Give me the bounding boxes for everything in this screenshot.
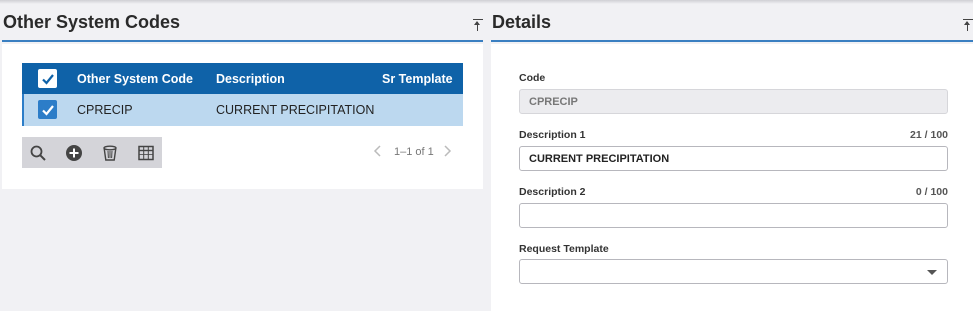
column-header-code[interactable]: Other System Code	[77, 63, 193, 94]
add-icon[interactable]	[63, 142, 85, 164]
description1-char-count: 21 / 100	[910, 129, 948, 141]
header-underline	[2, 40, 483, 42]
description2-label: Description 2	[519, 186, 586, 198]
columns-icon[interactable]	[135, 142, 157, 164]
details-header: Details	[491, 8, 973, 42]
description2-input[interactable]	[519, 203, 948, 228]
collapse-icon[interactable]	[472, 18, 484, 32]
code-label: Code	[519, 72, 546, 84]
chevron-right-icon[interactable]	[442, 144, 452, 161]
codes-grid: Other System Code Description Sr Templat…	[22, 63, 463, 126]
code-field: CPRECIP	[519, 89, 948, 114]
description1-label: Description 1	[519, 129, 586, 141]
cell-description: CURRENT PRECIPITATION	[216, 103, 375, 117]
table-row[interactable]: CPRECIP CURRENT PRECIPITATION	[22, 94, 463, 126]
chevron-left-icon[interactable]	[373, 144, 383, 161]
column-header-sr-template[interactable]: Sr Template	[382, 63, 453, 94]
request-template-select[interactable]	[519, 259, 948, 284]
check-icon	[41, 104, 54, 116]
search-icon[interactable]	[27, 142, 49, 164]
pager: 1–1 of 1	[370, 145, 460, 161]
description1-input[interactable]: CURRENT PRECIPITATION	[519, 146, 948, 171]
check-icon	[41, 73, 54, 85]
select-all-checkbox[interactable]	[38, 69, 57, 88]
collapse-icon[interactable]	[962, 18, 973, 32]
dropdown-arrow-icon[interactable]	[927, 270, 937, 275]
grid-toolbar	[22, 137, 162, 168]
column-header-description[interactable]: Description	[216, 63, 285, 94]
row-checkbox[interactable]	[38, 100, 57, 119]
panel-title: Details	[492, 12, 552, 32]
other-system-codes-header: Other System Codes	[0, 8, 483, 42]
delete-icon[interactable]	[99, 142, 121, 164]
pager-text: 1–1 of 1	[394, 146, 434, 158]
panel-title: Other System Codes	[3, 12, 181, 32]
description2-char-count: 0 / 100	[915, 186, 948, 198]
cell-code: CPRECIP	[77, 103, 133, 117]
request-template-label: Request Template	[519, 243, 609, 255]
grid-header-row: Other System Code Description Sr Templat…	[22, 63, 463, 94]
header-underline	[491, 40, 973, 42]
top-shadow	[0, 0, 973, 4]
